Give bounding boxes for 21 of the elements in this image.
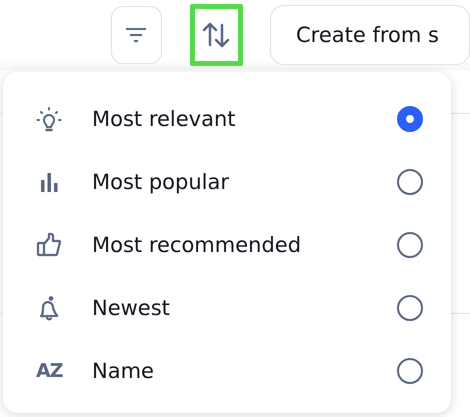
sort-option[interactable]: Most recommended — [3, 213, 451, 276]
create-button[interactable]: Create from s — [270, 5, 470, 65]
sort-option[interactable]: AZ Name — [3, 339, 451, 402]
sort-option[interactable]: Most relevant — [3, 87, 451, 150]
sort-option[interactable]: Newest — [3, 276, 451, 339]
radio-button[interactable] — [397, 106, 423, 132]
filter-button[interactable] — [111, 6, 162, 64]
radio-button[interactable] — [397, 168, 423, 194]
option-label: Most relevant — [92, 106, 237, 130]
radio-button[interactable] — [397, 294, 423, 320]
sort-option[interactable]: Most popular — [3, 150, 451, 213]
option-label: Most popular — [92, 170, 230, 194]
option-label: Name — [92, 358, 155, 382]
option-label: Newest — [92, 296, 171, 320]
bulb-icon — [36, 104, 62, 132]
radio-button[interactable] — [397, 358, 423, 384]
thumbs-up-icon — [36, 230, 62, 258]
sort-button[interactable] — [190, 4, 243, 66]
radio-button[interactable] — [397, 232, 423, 258]
option-label: Most recommended — [92, 232, 302, 256]
alphabetical-sort-icon: AZ — [36, 360, 62, 382]
